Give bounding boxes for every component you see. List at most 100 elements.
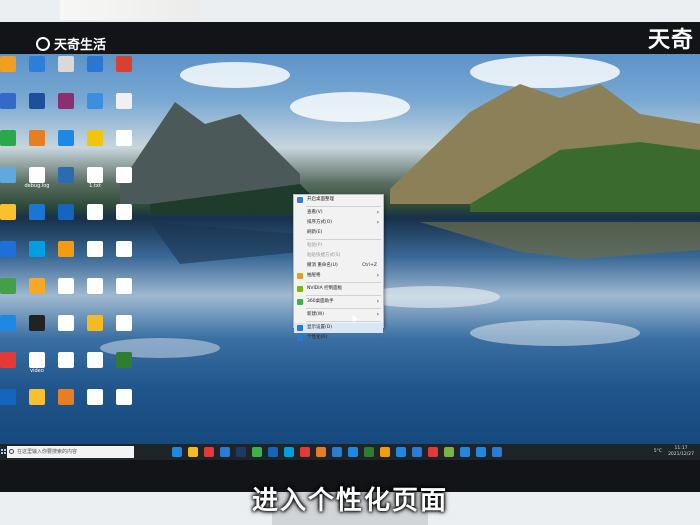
context-menu-item[interactable]: 排序方式(O) › [294, 218, 383, 228]
taskbar-app-icon[interactable] [204, 447, 214, 457]
taskbar-app-icon[interactable] [364, 447, 374, 457]
context-menu-item[interactable]: 开启桌面整理 [294, 195, 383, 205]
desktop-icon[interactable]: 1.txt [81, 167, 109, 189]
start-windows-icon[interactable] [0, 446, 7, 458]
taskbar-app-icon[interactable] [300, 447, 310, 457]
desktop-icon[interactable] [0, 130, 22, 146]
desktop-icon[interactable] [52, 204, 80, 220]
clock[interactable]: 11:17 2021/12/27 [668, 446, 694, 458]
desktop-icon[interactable] [110, 278, 138, 294]
desktop-icon[interactable] [110, 241, 138, 257]
desktop-icon[interactable] [0, 93, 22, 109]
taskbar-app-icon[interactable] [348, 447, 358, 457]
desktop-icon[interactable] [110, 167, 138, 183]
taskbar-app-icon[interactable] [268, 447, 278, 457]
desktop-icon[interactable] [23, 56, 51, 72]
app-icon [58, 167, 74, 183]
context-menu-item[interactable]: 撤消 重命名(U) Ctrl+Z [294, 261, 383, 271]
desktop-icon[interactable] [23, 204, 51, 220]
taskbar-app-icon[interactable] [476, 447, 486, 457]
taskbar-search-input[interactable]: 在这里输入你要搜索的内容 [7, 446, 134, 458]
context-menu-item[interactable]: 显示设置(D) [294, 323, 383, 333]
desktop-icon[interactable] [81, 352, 109, 368]
desktop-icon[interactable] [0, 352, 22, 368]
taskbar-app-icon[interactable] [460, 447, 470, 457]
desktop-icon[interactable] [23, 278, 51, 294]
desktop-icon[interactable] [52, 389, 80, 405]
desktop-icon[interactable] [110, 93, 138, 109]
desktop-icon[interactable] [52, 167, 80, 183]
context-menu-item[interactable]: 抽屉格 › [294, 271, 383, 281]
taskbar-app-icon[interactable] [332, 447, 342, 457]
taskbar-app-icon[interactable] [492, 447, 502, 457]
desktop-icon[interactable] [23, 130, 51, 146]
desktop-icon[interactable] [52, 130, 80, 146]
desktop-icon[interactable] [52, 315, 80, 331]
desktop-icon[interactable] [81, 204, 109, 220]
desktop-icon[interactable] [81, 389, 109, 405]
context-menu-item[interactable]: NVIDIA 控制面板 [294, 284, 383, 294]
taskbar-app-icon[interactable] [252, 447, 262, 457]
desktop-icon[interactable] [52, 278, 80, 294]
desktop-icon[interactable] [0, 278, 22, 294]
desktop-icon[interactable] [110, 204, 138, 220]
context-menu-item[interactable]: 查看(V) › [294, 208, 383, 218]
context-menu-item[interactable]: 个性化(R) [294, 333, 383, 343]
desktop-icon[interactable] [0, 241, 22, 257]
taskbar-app-icon[interactable] [172, 447, 182, 457]
desktop-icon[interactable] [110, 56, 138, 72]
taskbar-app-icon[interactable] [316, 447, 326, 457]
menu-item-label: 抽屉格 [307, 273, 321, 278]
taskbar-app-icon[interactable] [396, 447, 406, 457]
desktop-icon[interactable] [0, 167, 22, 183]
menu-item-icon [297, 286, 303, 292]
desktop-icon[interactable] [0, 204, 22, 220]
app-icon [29, 389, 45, 405]
desktop-icon[interactable] [52, 56, 80, 72]
desktop-icon[interactable] [81, 278, 109, 294]
taskbar-app-icon[interactable] [236, 447, 246, 457]
taskbar-app-icon[interactable] [188, 447, 198, 457]
desktop-icon[interactable] [52, 93, 80, 109]
desktop-icon[interactable] [0, 56, 22, 72]
desktop-icon[interactable]: video [23, 352, 51, 374]
desktop-icon[interactable] [23, 389, 51, 405]
desktop-icon[interactable] [81, 130, 109, 146]
desktop-icon[interactable] [110, 389, 138, 405]
taskbar-app-icon[interactable] [444, 447, 454, 457]
desktop-icon[interactable] [52, 241, 80, 257]
menu-separator [306, 295, 381, 296]
context-menu-item[interactable]: 360桌面助手 › [294, 297, 383, 307]
taskbar-app-icon[interactable] [380, 447, 390, 457]
desktop-icon[interactable] [23, 241, 51, 257]
desktop-icon[interactable] [81, 315, 109, 331]
watermark-text: 天奇生活 [54, 38, 107, 53]
desktop-icon[interactable] [81, 56, 109, 72]
desktop-icon[interactable] [52, 352, 80, 368]
taskbar-app-icon[interactable] [220, 447, 230, 457]
app-icon [58, 93, 74, 109]
app-icon [0, 204, 16, 220]
desktop-icon[interactable] [23, 93, 51, 109]
app-icon [58, 315, 74, 331]
weather-text[interactable]: 5°C [654, 446, 662, 458]
desktop-icon[interactable] [81, 241, 109, 257]
context-menu-item[interactable]: 新建(W) › [294, 310, 383, 320]
taskbar-app-icon[interactable] [284, 447, 294, 457]
desktop-icon[interactable] [81, 93, 109, 109]
desktop-icon[interactable] [110, 130, 138, 146]
desktop-icon[interactable] [23, 315, 51, 331]
taskbar-app-icon[interactable] [412, 447, 422, 457]
desktop-icon[interactable] [0, 315, 22, 331]
context-menu-item[interactable]: 刷新(E) [294, 228, 383, 238]
system-tray[interactable]: 5°C 11:17 2021/12/27 [654, 446, 694, 458]
desktop-icon[interactable]: debug.log [23, 167, 51, 189]
submenu-chevron-icon: › [376, 209, 379, 216]
context-menu-item: 粘贴(P) [294, 241, 383, 251]
taskbar-app-icon[interactable] [428, 447, 438, 457]
desktop-icon[interactable] [110, 315, 138, 331]
desktop-icon[interactable] [0, 389, 22, 405]
menu-separator [306, 282, 381, 283]
desktop-icon[interactable] [110, 352, 138, 368]
desktop-screen[interactable]: debug.log 1.txt video 开启桌面整理 查看(V) › 排序方式(O) ›… [0, 54, 700, 444]
